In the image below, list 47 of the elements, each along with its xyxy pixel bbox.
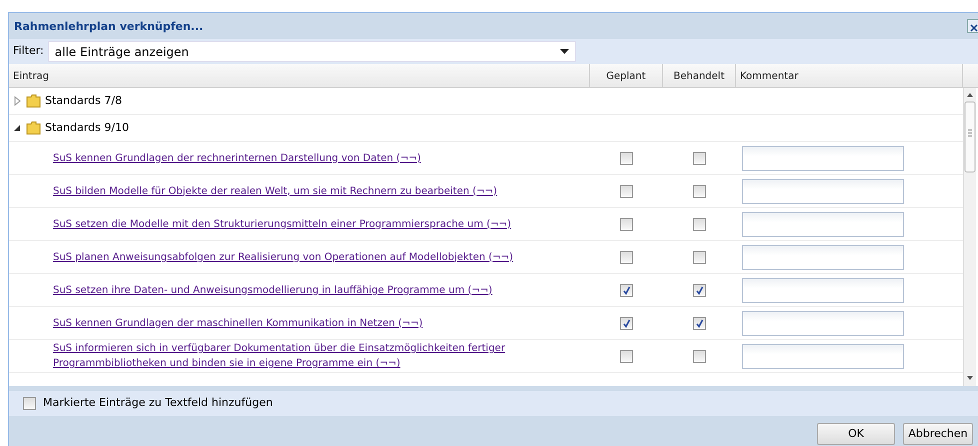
- checkbox[interactable]: [620, 184, 633, 198]
- comment-field[interactable]: [742, 178, 904, 204]
- scrollbar[interactable]: [963, 88, 976, 386]
- comment-field[interactable]: [742, 146, 904, 170]
- entry-link[interactable]: SuS bilden Modelle für Objekte der realen Welt, um sie mit Rechnern zu bearbeiten (¬¬): [9, 184, 498, 198]
- comment-field[interactable]: [742, 212, 904, 236]
- checkbox[interactable]: [693, 218, 706, 230]
- entry-link[interactable]: SuS kennen Grundlagen der rechnerinternen Darstellung von Daten (¬¬): [9, 150, 421, 166]
- comment-field[interactable]: [742, 310, 904, 336]
- checkbox[interactable]: [620, 152, 633, 164]
- checkbox[interactable]: [620, 250, 633, 264]
- checkbox[interactable]: [23, 397, 36, 410]
- checkbox[interactable]: [693, 284, 706, 296]
- column-header[interactable]: Behandelt: [663, 64, 736, 87]
- folder-icon: [26, 121, 41, 135]
- comment-field[interactable]: [742, 278, 904, 302]
- entry-link[interactable]: SuS kennen Grundlagen der maschinellen Kommunikation in Netzen (¬¬): [9, 316, 423, 330]
- tree-node-label[interactable]: Standards 9/10: [45, 120, 129, 136]
- ok-button[interactable]: OK: [817, 423, 895, 445]
- entry-link[interactable]: SuS setzen die Modelle mit den Strukturierungsmitteln einer Programmiersprache um (¬¬): [9, 216, 512, 232]
- comment-field[interactable]: [742, 344, 904, 368]
- checkbox[interactable]: [693, 316, 706, 330]
- caret-icon: [560, 49, 569, 54]
- checkbox[interactable]: [693, 184, 706, 198]
- checkbox-label: Markierte Einträge zu Textfeld hinzufügen: [43, 395, 273, 412]
- column-header[interactable]: Kommentar: [736, 64, 963, 87]
- checkbox[interactable]: [620, 218, 633, 230]
- column-header[interactable]: Eintrag: [9, 64, 590, 87]
- cancel-button[interactable]: Abbrechen: [903, 423, 973, 445]
- tree-node-label[interactable]: Standards 7/8: [45, 92, 122, 110]
- checkbox[interactable]: [693, 350, 706, 362]
- folder-icon: [26, 94, 41, 108]
- filter-dropdown[interactable]: alle Einträge anzeigen: [48, 41, 576, 62]
- entry-link[interactable]: SuS setzen ihre Daten- und Anweisungsmodellierung in lauffähige Programme um (¬¬): [9, 282, 492, 298]
- comment-field[interactable]: [742, 244, 904, 270]
- checkbox[interactable]: [620, 316, 633, 330]
- filter-label: Filter:: [13, 43, 44, 60]
- entry-link[interactable]: SuS informieren sich in verfügbarer Dokumentation über die Einsatzmöglichkeiten fertiger Programmbibliotheken und binden sie in eigene Programme ein (¬¬): [9, 341, 550, 371]
- close-button[interactable]: [967, 19, 978, 33]
- checkbox[interactable]: [620, 284, 633, 296]
- entry-link[interactable]: SuS planen Anweisungsabfolgen zur Realisierung von Operationen auf Modellobjekten (¬¬): [9, 250, 514, 264]
- checkbox[interactable]: [693, 250, 706, 264]
- checkbox[interactable]: [620, 350, 633, 362]
- window-title: Rahmenlehrplan verknüpfen...: [13, 19, 204, 35]
- checkbox[interactable]: [693, 152, 706, 164]
- column-header[interactable]: Geplant: [590, 64, 663, 87]
- close-icon: [969, 22, 978, 33]
